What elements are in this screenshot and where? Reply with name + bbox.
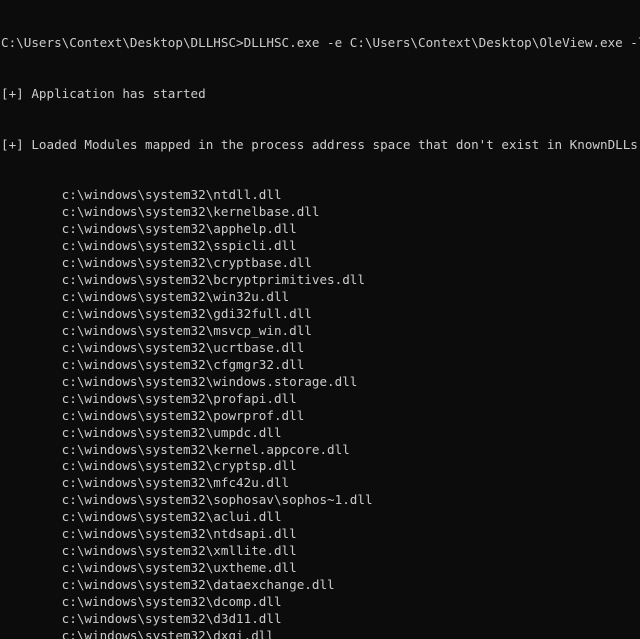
status-application-started: [+] Application has started [1, 85, 206, 101]
status-loaded-modules-header: [+] Loaded Modules mapped in the process… [1, 136, 640, 152]
module-line: c:\windows\system32\profapi.dll [1, 390, 297, 406]
module-line: c:\windows\system32\sspicli.dll [1, 238, 297, 254]
module-line: c:\windows\system32\aclui.dll [1, 509, 282, 525]
module-line: c:\windows\system32\sophosav\sophos~1.dl… [1, 492, 373, 508]
module-line: c:\windows\system32\uxtheme.dll [1, 560, 297, 576]
module-list: c:\windows\system32\ntdll.dll c:\windows… [1, 187, 640, 639]
module-line: c:\windows\system32\dcomp.dll [1, 593, 282, 609]
command-prompt-line: C:\Users\Context\Desktop\DLLHSC>DLLHSC.e… [1, 34, 640, 50]
module-line: c:\windows\system32\ntdll.dll [1, 187, 282, 203]
module-line: c:\windows\system32\dxgi.dll [1, 627, 274, 639]
module-line: c:\windows\system32\xmllite.dll [1, 543, 297, 559]
terminal-window[interactable]: C:\Users\Context\Desktop\DLLHSC>DLLHSC.e… [0, 0, 640, 639]
module-line: c:\windows\system32\bcryptprimitives.dll [1, 272, 365, 288]
module-line: c:\windows\system32\kernel.appcore.dll [1, 441, 350, 457]
module-line: c:\windows\system32\umpdc.dll [1, 424, 282, 440]
module-line: c:\windows\system32\cryptsp.dll [1, 458, 297, 474]
module-line: c:\windows\system32\apphelp.dll [1, 221, 297, 237]
module-line: c:\windows\system32\gdi32full.dll [1, 306, 312, 321]
module-line: c:\windows\system32\kernelbase.dll [1, 204, 320, 220]
module-line: c:\windows\system32\cryptbase.dll [1, 255, 312, 271]
module-line: c:\windows\system32\dataexchange.dll [1, 577, 335, 592]
module-line: c:\windows\system32\ntdsapi.dll [1, 526, 297, 542]
module-line: c:\windows\system32\windows.storage.dll [1, 373, 358, 389]
module-line: c:\windows\system32\cfgmgr32.dll [1, 356, 305, 372]
module-line: c:\windows\system32\mfc42u.dll [1, 475, 290, 491]
module-line: c:\windows\system32\win32u.dll [1, 289, 290, 305]
module-line: c:\windows\system32\ucrtbase.dll [1, 339, 305, 355]
module-line: c:\windows\system32\powrprof.dll [1, 407, 305, 423]
module-line: c:\windows\system32\d3d11.dll [1, 610, 282, 626]
module-line: c:\windows\system32\msvcp_win.dll [1, 322, 312, 338]
